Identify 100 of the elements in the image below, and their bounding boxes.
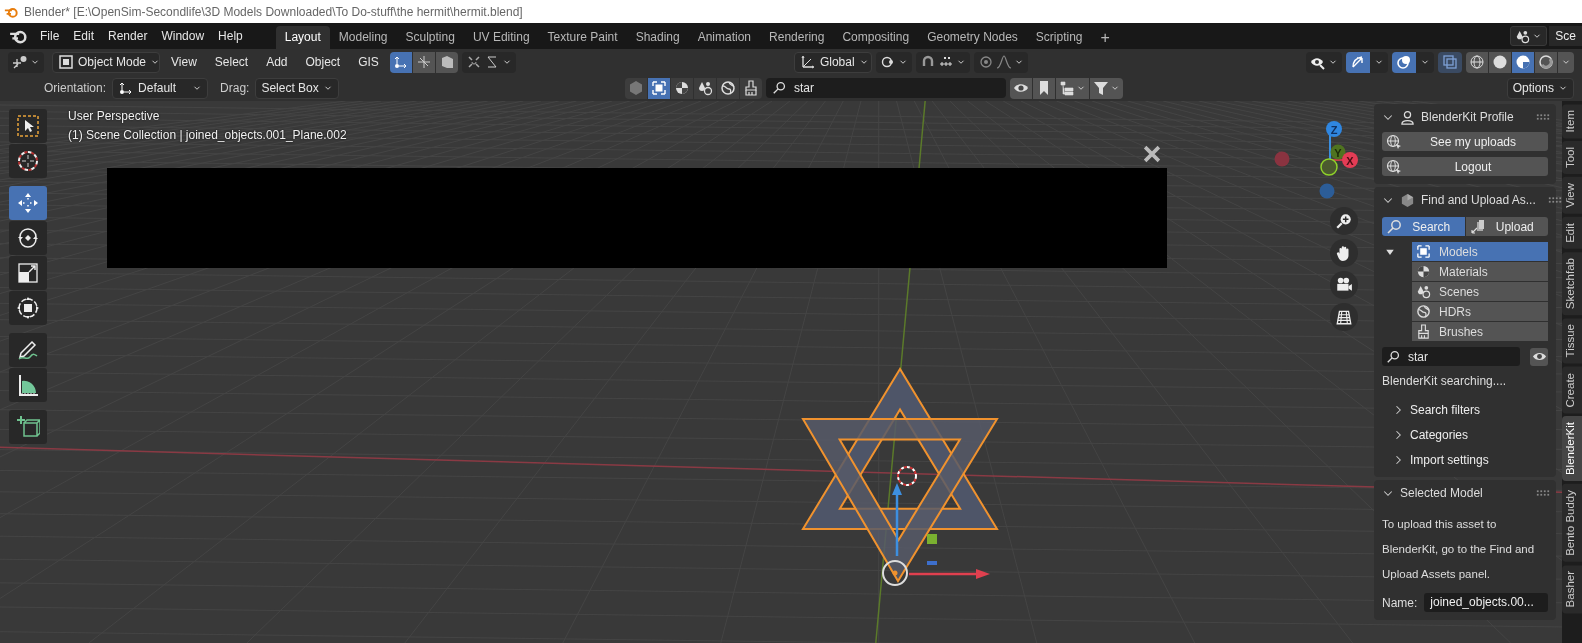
proportional-edit-button[interactable] — [973, 51, 1028, 73]
asset-type-item[interactable]: Scenes — [1412, 282, 1548, 301]
sidebar-tab[interactable]: BlenderKit — [1562, 416, 1582, 482]
menu-item[interactable]: Edit — [66, 29, 102, 43]
perspective-toggle[interactable] — [1330, 303, 1358, 331]
drag-dropdown[interactable]: Select Box — [255, 77, 339, 99]
subpanel-header[interactable]: Categories — [1382, 425, 1548, 444]
subpanel-header[interactable]: Search filters — [1382, 400, 1548, 419]
move-tool[interactable] — [9, 186, 47, 220]
shading-button[interactable] — [1489, 51, 1511, 73]
navigation-gizmo[interactable]: Z Y X — [1268, 109, 1358, 209]
preview-toggle[interactable] — [1530, 347, 1548, 366]
asset-type-item[interactable]: Brushes — [1412, 322, 1548, 341]
workspace-tab[interactable]: Rendering — [760, 26, 834, 49]
asset-type-button[interactable] — [740, 77, 762, 99]
mode-tab[interactable]: Search — [1382, 217, 1465, 236]
header-menu[interactable]: GIS — [351, 55, 386, 69]
panel-title[interactable]: Find and Upload As... — [1421, 193, 1536, 207]
pan-button[interactable] — [1330, 239, 1358, 267]
scene-type-button[interactable] — [1510, 26, 1548, 46]
sidebar-tab[interactable]: View — [1562, 177, 1582, 215]
sidebar-tab[interactable]: Tool — [1562, 141, 1582, 175]
mode-dropdown[interactable]: Object Mode — [52, 51, 160, 73]
scene-name-field[interactable]: Sce — [1549, 26, 1582, 46]
subpanel-header[interactable]: Import settings — [1382, 450, 1548, 469]
cursor-tool[interactable] — [9, 144, 47, 178]
sidebar-tab[interactable]: Sketchfab — [1562, 252, 1582, 316]
workspace-tab[interactable]: Texture Paint — [538, 26, 627, 49]
pivot-button[interactable] — [875, 51, 912, 73]
asset-type-item[interactable]: HDRs — [1412, 302, 1548, 321]
asset-type-button[interactable] — [694, 77, 716, 99]
search-field[interactable]: star — [1382, 347, 1520, 366]
annotate-tool[interactable] — [9, 333, 47, 367]
add-workspace-button[interactable]: + — [1091, 26, 1119, 49]
profile-button[interactable]: See my uploads — [1382, 132, 1548, 151]
menu-item[interactable]: Help — [211, 29, 250, 43]
gizmos-toggle[interactable] — [1346, 51, 1370, 73]
menu-item[interactable]: File — [33, 29, 67, 43]
sidebar-tab[interactable]: Edit — [1562, 217, 1582, 250]
workspace-tab[interactable]: Geometry Nodes — [918, 26, 1027, 49]
affect-toggle[interactable] — [389, 51, 412, 73]
sidebar-tab[interactable]: Create — [1562, 366, 1582, 414]
bookmark-button[interactable] — [1033, 77, 1055, 99]
search-field[interactable]: star — [766, 78, 1006, 98]
workspace-tab[interactable]: Animation — [688, 26, 761, 49]
asset-type-button[interactable] — [648, 77, 670, 99]
menu-item[interactable]: Render — [101, 29, 155, 43]
orientation-dropdown[interactable]: Global — [793, 51, 872, 73]
visibility-button[interactable] — [1306, 51, 1342, 73]
snap-button[interactable] — [915, 51, 970, 73]
rotate-tool[interactable] — [9, 221, 47, 255]
header-menu[interactable]: View — [164, 55, 204, 69]
asset-type-button[interactable] — [717, 77, 739, 99]
workspace-tab[interactable]: Modeling — [329, 26, 397, 49]
shading-button[interactable] — [1512, 51, 1534, 73]
sidebar-tab[interactable]: Item — [1562, 104, 1582, 139]
star-model-drawing[interactable] — [801, 367, 999, 583]
overlays-toggle[interactable] — [1392, 51, 1416, 73]
mode-tab[interactable]: Upload — [1465, 217, 1548, 236]
profile-button[interactable]: Logout — [1382, 157, 1548, 176]
affect-toggle[interactable] — [412, 51, 435, 73]
asset-type-item[interactable]: Models — [1412, 242, 1548, 261]
xray-toggle[interactable] — [1438, 51, 1462, 73]
editor-type-button[interactable] — [8, 51, 44, 73]
measure-tool[interactable] — [9, 368, 47, 402]
affect-toggle[interactable] — [435, 51, 458, 73]
asset-type-item[interactable]: Materials — [1412, 262, 1548, 281]
options-dropdown[interactable]: Options — [1506, 77, 1574, 99]
header-menu[interactable]: Add — [259, 55, 295, 69]
preview-toggle[interactable] — [1010, 77, 1032, 99]
workspace-tab[interactable]: Scripting — [1026, 26, 1092, 49]
header-menu[interactable]: Object — [298, 55, 348, 69]
zoom-button[interactable] — [1330, 207, 1358, 235]
workspace-tab[interactable]: Compositing — [833, 26, 919, 49]
transform-tool[interactable] — [9, 291, 47, 325]
filter-button[interactable] — [1090, 77, 1123, 99]
sort-button[interactable] — [1056, 77, 1089, 99]
sidebar-tab[interactable]: Basher — [1562, 565, 1582, 614]
sidebar-tab[interactable]: Tissue — [1562, 318, 1582, 364]
header-menu[interactable]: Select — [207, 55, 256, 69]
menu-item[interactable]: Window — [154, 29, 212, 43]
camera-view-button[interactable] — [1330, 271, 1358, 299]
3d-viewport[interactable] — [0, 101, 1562, 643]
shading-button[interactable] — [1466, 51, 1488, 73]
asset-type-button[interactable] — [671, 77, 693, 99]
workspace-tab[interactable]: Layout — [275, 26, 330, 49]
sidebar-tab[interactable]: Bento Buddy — [1562, 484, 1582, 563]
workspace-tab[interactable]: Shading — [626, 26, 689, 49]
panel-title[interactable]: BlenderKit Profile — [1421, 110, 1514, 124]
select-box-tool[interactable] — [9, 109, 47, 143]
shading-button[interactable] — [1535, 51, 1557, 73]
orientation-dropdown[interactable]: Default — [112, 77, 209, 99]
scale-tool[interactable] — [9, 256, 47, 290]
workspace-tab[interactable]: UV Editing — [463, 26, 539, 49]
transform-gizmo-drawing[interactable] — [882, 483, 990, 586]
snap-options-button[interactable] — [461, 51, 516, 73]
panel-title[interactable]: Selected Model — [1400, 486, 1483, 500]
workspace-tab[interactable]: Sculpting — [396, 26, 464, 49]
name-field[interactable]: joined_objects.00... — [1424, 593, 1548, 612]
add-cube-tool[interactable] — [9, 410, 47, 444]
